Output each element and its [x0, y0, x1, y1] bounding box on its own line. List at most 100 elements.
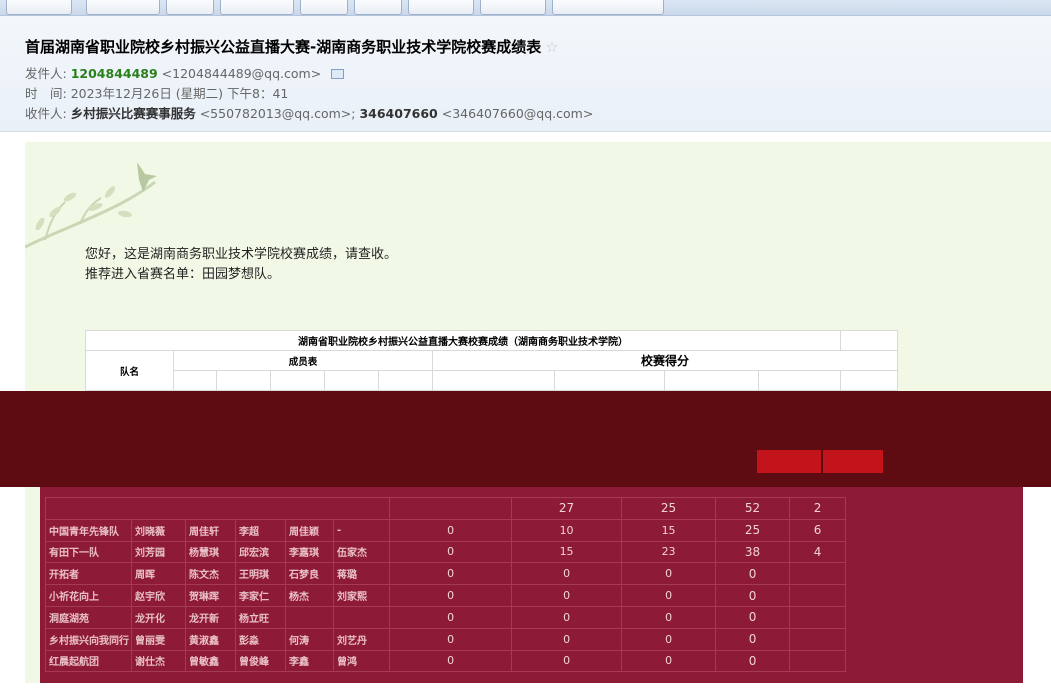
toolbar-button[interactable] [166, 0, 214, 15]
to-line: 收件人: 乡村振兴比赛赛事服务 <550782013@qq.com>; 3464… [25, 103, 593, 122]
score-cell: 0 [511, 627, 623, 651]
rank-cell [789, 627, 847, 651]
score-cell: 0 [389, 649, 513, 673]
member-cell: 龙开化 [131, 605, 186, 629]
member-cell: 曾丽雯 [131, 627, 186, 651]
recipient-address: <550782013@qq.com>; [199, 106, 356, 121]
member-cell: 石梦良 [285, 562, 334, 586]
toolbar-button[interactable] [6, 0, 72, 15]
column-header: 队名 [85, 350, 174, 391]
total-cell: 52 [715, 497, 791, 520]
member-cell: 伍家杰 [332, 540, 391, 564]
table-row: 中国青年先锋队 刘晓薇 周佳轩 李超 周佳颖 -0 10 15 25 6 [45, 518, 847, 542]
toolbar-button[interactable] [220, 0, 294, 15]
mail-subject: 首届湖南省职业院校乡村振兴公益直播大赛-湖南商务职业技术学院校赛成绩表 ☆ [25, 36, 559, 57]
total-cell: 0 [715, 649, 791, 673]
member-cell: 刘晓薇 [131, 518, 186, 542]
score-cell: 0 [511, 605, 623, 629]
member-cell: 杨杰 [285, 584, 334, 607]
toolbar-button[interactable] [86, 0, 160, 15]
column-header: 成员表 [173, 350, 433, 371]
team-name-cell: 红晨起航团 [45, 649, 132, 673]
rank-cell [789, 605, 847, 629]
contact-card-icon[interactable] [331, 69, 345, 79]
total-cell: 0 [715, 562, 791, 586]
from-address: <1204844489@qq.com> [161, 66, 322, 81]
score-cell: 15 [511, 540, 623, 564]
score-cell: 0 [621, 584, 717, 607]
recipient-name[interactable]: 乡村振兴比赛赛事服务 [71, 106, 196, 121]
member-cell: 刘艺丹 [332, 627, 391, 651]
score-cell: 0 [621, 627, 717, 651]
recipient-address: <346407660@qq.com> [441, 106, 594, 121]
member-cell: 周佳颖 [285, 518, 334, 542]
page-edge [0, 683, 1051, 699]
team-name-cell: 开拓者 [45, 562, 132, 586]
rank-cell [789, 649, 847, 673]
score-table: 湖南省职业院校乡村振兴公益直播大赛校赛成绩（湖南商务职业技术学院） 队名 成员表… [85, 330, 898, 391]
toolbar-button[interactable] [300, 0, 348, 15]
team-name-cell: 洞庭湖苑 [45, 605, 132, 629]
table-row: 小祈花向上 赵宇欣 贺琳晖 李家仁 杨杰 刘家熙 0 0 0 0 [45, 584, 847, 607]
toolbar-button[interactable] [354, 0, 402, 15]
score-cell: 25 [621, 497, 717, 520]
score-cell: 0 [389, 584, 513, 607]
member-cell: 黄淑鑫 [185, 627, 236, 651]
score-cell: 0 [389, 518, 513, 542]
toolbar-button[interactable] [552, 0, 664, 15]
member-cell: 李嘉琪 [285, 540, 334, 564]
member-cell: 杨立旺 [235, 605, 286, 629]
table-title: 湖南省职业院校乡村振兴公益直播大赛校赛成绩（湖南商务职业技术学院） [85, 330, 841, 351]
column-header: 校赛得分 [432, 350, 898, 371]
time-label: 时 间: [25, 86, 67, 101]
member-cell: 彭淼 [235, 627, 286, 651]
star-icon[interactable]: ☆ [545, 38, 558, 56]
greeting-text: 您好，这是湖南商务职业技术学院校赛成绩，请查收。 推荐进入省赛名单：田园梦想队。 [85, 245, 397, 285]
team-name-cell: 有田下一队 [45, 540, 132, 564]
member-cell: 何涛 [285, 627, 334, 651]
member-cell: 邱宏滨 [235, 540, 286, 564]
score-cell: 0 [511, 562, 623, 586]
rank-cell [789, 562, 847, 586]
score-cell: 0 [389, 627, 513, 651]
results-table: 27 25 52 2 中国青年先锋队 刘晓薇 周佳轩 李超 周佳颖 -0 10 15 25 6 有田… [44, 497, 847, 673]
score-cell: 0 [389, 605, 513, 629]
team-name-cell: 乡村振兴向我同行 [45, 627, 132, 651]
member-cell: 李家仁 [235, 584, 286, 607]
table-row: 乡村振兴向我同行 曾丽雯 黄淑鑫 彭淼 何涛 刘艺丹 0 0 0 0 [45, 627, 847, 651]
member-cell: 杨慧琪 [185, 540, 236, 564]
member-cell: 曾俊峰 [235, 649, 286, 673]
time-line: 时 间: 2023年12月26日 (星期二) 下午8：41 [25, 83, 288, 102]
rank-cell: 2 [789, 497, 847, 520]
member-cell: 曾鸿 [332, 649, 391, 673]
score-cell: 15 [621, 518, 717, 542]
score-cell: 0 [621, 649, 717, 673]
greeting-line: 推荐进入省赛名单：田园梦想队。 [85, 267, 281, 282]
from-name[interactable]: 1204844489 [71, 66, 158, 81]
overlay-band [0, 391, 1051, 487]
member-cell: 蒋璐 [332, 562, 391, 586]
toolbar-button[interactable] [480, 0, 546, 15]
member-cell: 龙开新 [185, 605, 236, 629]
score-cell: 27 [511, 497, 623, 520]
page-edge [1023, 487, 1051, 699]
score-cell: 0 [511, 649, 623, 673]
toolbar-button[interactable] [408, 0, 474, 15]
member-cell: 李鑫 [285, 649, 334, 673]
highlight-cell [757, 450, 821, 473]
member-cell: - [332, 518, 391, 542]
table-row: 洞庭湖苑 龙开化 龙开新 杨立旺 0 0 0 0 [45, 605, 847, 629]
score-cell: 23 [621, 540, 717, 564]
member-cell: 曾敏鑫 [185, 649, 236, 673]
score-cell: 0 [389, 562, 513, 586]
member-cell: 周晖 [131, 562, 186, 586]
recipient-name[interactable]: 346407660 [359, 106, 437, 121]
team-name-cell: 中国青年先锋队 [45, 518, 132, 542]
member-cell: 陈文杰 [185, 562, 236, 586]
highlight-cell [823, 450, 883, 473]
mail-toolbar [0, 0, 1051, 16]
score-cell: 0 [621, 605, 717, 629]
score-cell: 0 [621, 562, 717, 586]
member-cell [332, 605, 391, 629]
team-name-cell: 小祈花向上 [45, 584, 132, 607]
